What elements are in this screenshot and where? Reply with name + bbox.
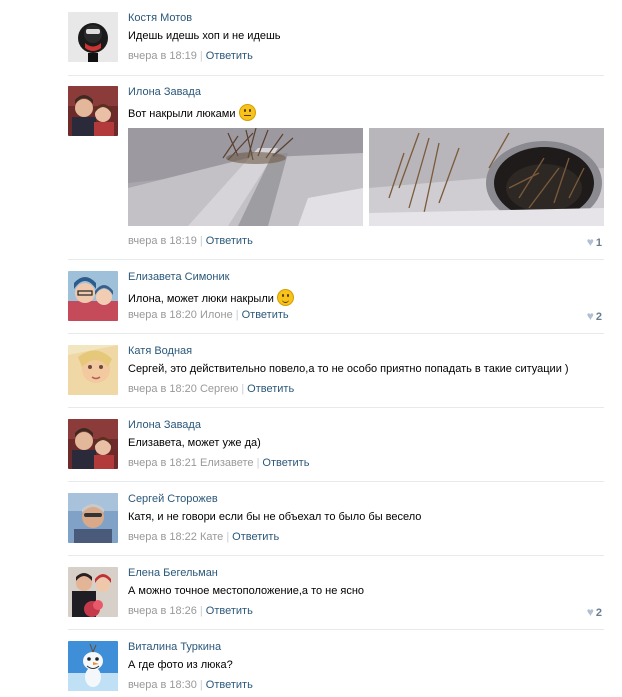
comment-text: А можно точное местоположение,а то не яс…	[128, 585, 365, 597]
meta-separator: |	[199, 679, 203, 691]
comment-meta: вчера в 18:20 Илоне | Ответить	[128, 309, 289, 321]
avatar[interactable]	[68, 86, 118, 136]
comment-time[interactable]: вчера в 18:26	[128, 605, 197, 617]
meta-separator: |	[241, 383, 245, 395]
comment-text: Илона, может люки накрыли	[128, 289, 294, 306]
comment-author[interactable]: Костя Мотов	[128, 12, 192, 24]
reply-to[interactable]: Кате	[200, 531, 223, 543]
comment-author[interactable]: Илона Завада	[128, 86, 201, 98]
meta-separator: |	[235, 309, 239, 321]
comment-divider	[68, 629, 604, 630]
reply-link[interactable]: Ответить	[206, 605, 253, 617]
avatar[interactable]	[68, 345, 118, 395]
comment-text: А где фото из люка?	[128, 659, 233, 671]
reply-to[interactable]: Сергею	[200, 383, 238, 395]
comment-time[interactable]: вчера в 18:19	[128, 235, 197, 247]
reply-link[interactable]: Ответить	[206, 50, 253, 62]
comment-time[interactable]: вчера в 18:20	[128, 309, 197, 321]
meta-separator: |	[199, 235, 203, 247]
meta-separator: |	[199, 605, 203, 617]
comment-text-content: Вот накрыли люками	[128, 108, 236, 120]
avatar[interactable]	[68, 12, 118, 62]
reply-link[interactable]: Ответить	[247, 383, 294, 395]
comment-meta: вчера в 18:19 | Ответить	[128, 235, 253, 247]
comment-text: Вот накрыли люками	[128, 104, 256, 121]
wink-face-emoji	[276, 289, 294, 306]
avatar[interactable]	[68, 567, 118, 617]
comment-divider	[68, 333, 604, 334]
comment-time[interactable]: вчера в 18:21	[128, 457, 197, 469]
meta-separator: |	[199, 50, 203, 62]
like-button[interactable]: ♥ 2	[587, 605, 602, 619]
comment-divider	[68, 407, 604, 408]
comment-meta: вчера в 18:22 Кате | Ответить	[128, 531, 279, 543]
comment-meta: вчера в 18:26 | Ответить	[128, 605, 253, 617]
avatar[interactable]	[68, 641, 118, 691]
reply-link[interactable]: Ответить	[206, 679, 253, 691]
comment-text: Елизавета, может уже да)	[128, 437, 261, 449]
comment-meta: вчера в 18:19 | Ответить	[128, 50, 253, 62]
avatar[interactable]	[68, 271, 118, 321]
comment-author[interactable]: Елизавета Симоник	[128, 271, 229, 283]
comment-time[interactable]: вчера в 18:22	[128, 531, 197, 543]
comment-meta: вчера в 18:20 Сергею | Ответить	[128, 383, 294, 395]
comment-divider	[68, 481, 604, 482]
reply-to[interactable]: Елизавете	[200, 457, 254, 469]
comment-text-content: Илона, может люки накрыли	[128, 293, 274, 305]
heart-icon: ♥	[586, 605, 594, 619]
comment-author[interactable]: Виталина Туркина	[128, 641, 221, 653]
avatar[interactable]	[68, 419, 118, 469]
attached-photo-1[interactable]	[128, 128, 363, 226]
attached-photo-2[interactable]	[369, 128, 604, 226]
comment-author[interactable]: Елена Бегельман	[128, 567, 218, 579]
reply-link[interactable]: Ответить	[232, 531, 279, 543]
meta-separator: |	[226, 531, 230, 543]
like-count: 2	[595, 311, 602, 323]
heart-icon: ♥	[586, 309, 594, 323]
reply-link[interactable]: Ответить	[262, 457, 309, 469]
like-button[interactable]: ♥ 2	[587, 309, 602, 323]
reply-link[interactable]: Ответить	[206, 235, 253, 247]
heart-icon: ♥	[586, 235, 594, 249]
comment-time[interactable]: вчера в 18:20	[128, 383, 197, 395]
comment-divider	[68, 555, 604, 556]
comment-text: Катя, и не говори если бы не объехал то …	[128, 511, 422, 523]
like-count: 2	[595, 607, 602, 619]
comment-divider	[68, 259, 604, 260]
avatar[interactable]	[68, 493, 118, 543]
reply-to[interactable]: Илоне	[200, 309, 233, 321]
comment-meta: вчера в 18:30 | Ответить	[128, 679, 253, 691]
comment-author[interactable]: Сергей Сторожев	[128, 493, 218, 505]
comment-time[interactable]: вчера в 18:19	[128, 50, 197, 62]
like-count: 1	[595, 237, 602, 249]
comment-divider	[68, 75, 604, 76]
like-button[interactable]: ♥ 1	[587, 235, 602, 249]
reply-link[interactable]: Ответить	[242, 309, 289, 321]
neutral-face-emoji	[238, 104, 256, 121]
comment-author[interactable]: Илона Завада	[128, 419, 201, 431]
comment-text: Сергей, это действительно повело,а то не…	[128, 363, 569, 375]
meta-separator: |	[256, 457, 260, 469]
comment-author[interactable]: Катя Водная	[128, 345, 192, 357]
comment-time[interactable]: вчера в 18:30	[128, 679, 197, 691]
comment-meta: вчера в 18:21 Елизавете | Ответить	[128, 457, 309, 469]
comment-text: Идешь идешь хоп и не идешь	[128, 30, 281, 42]
